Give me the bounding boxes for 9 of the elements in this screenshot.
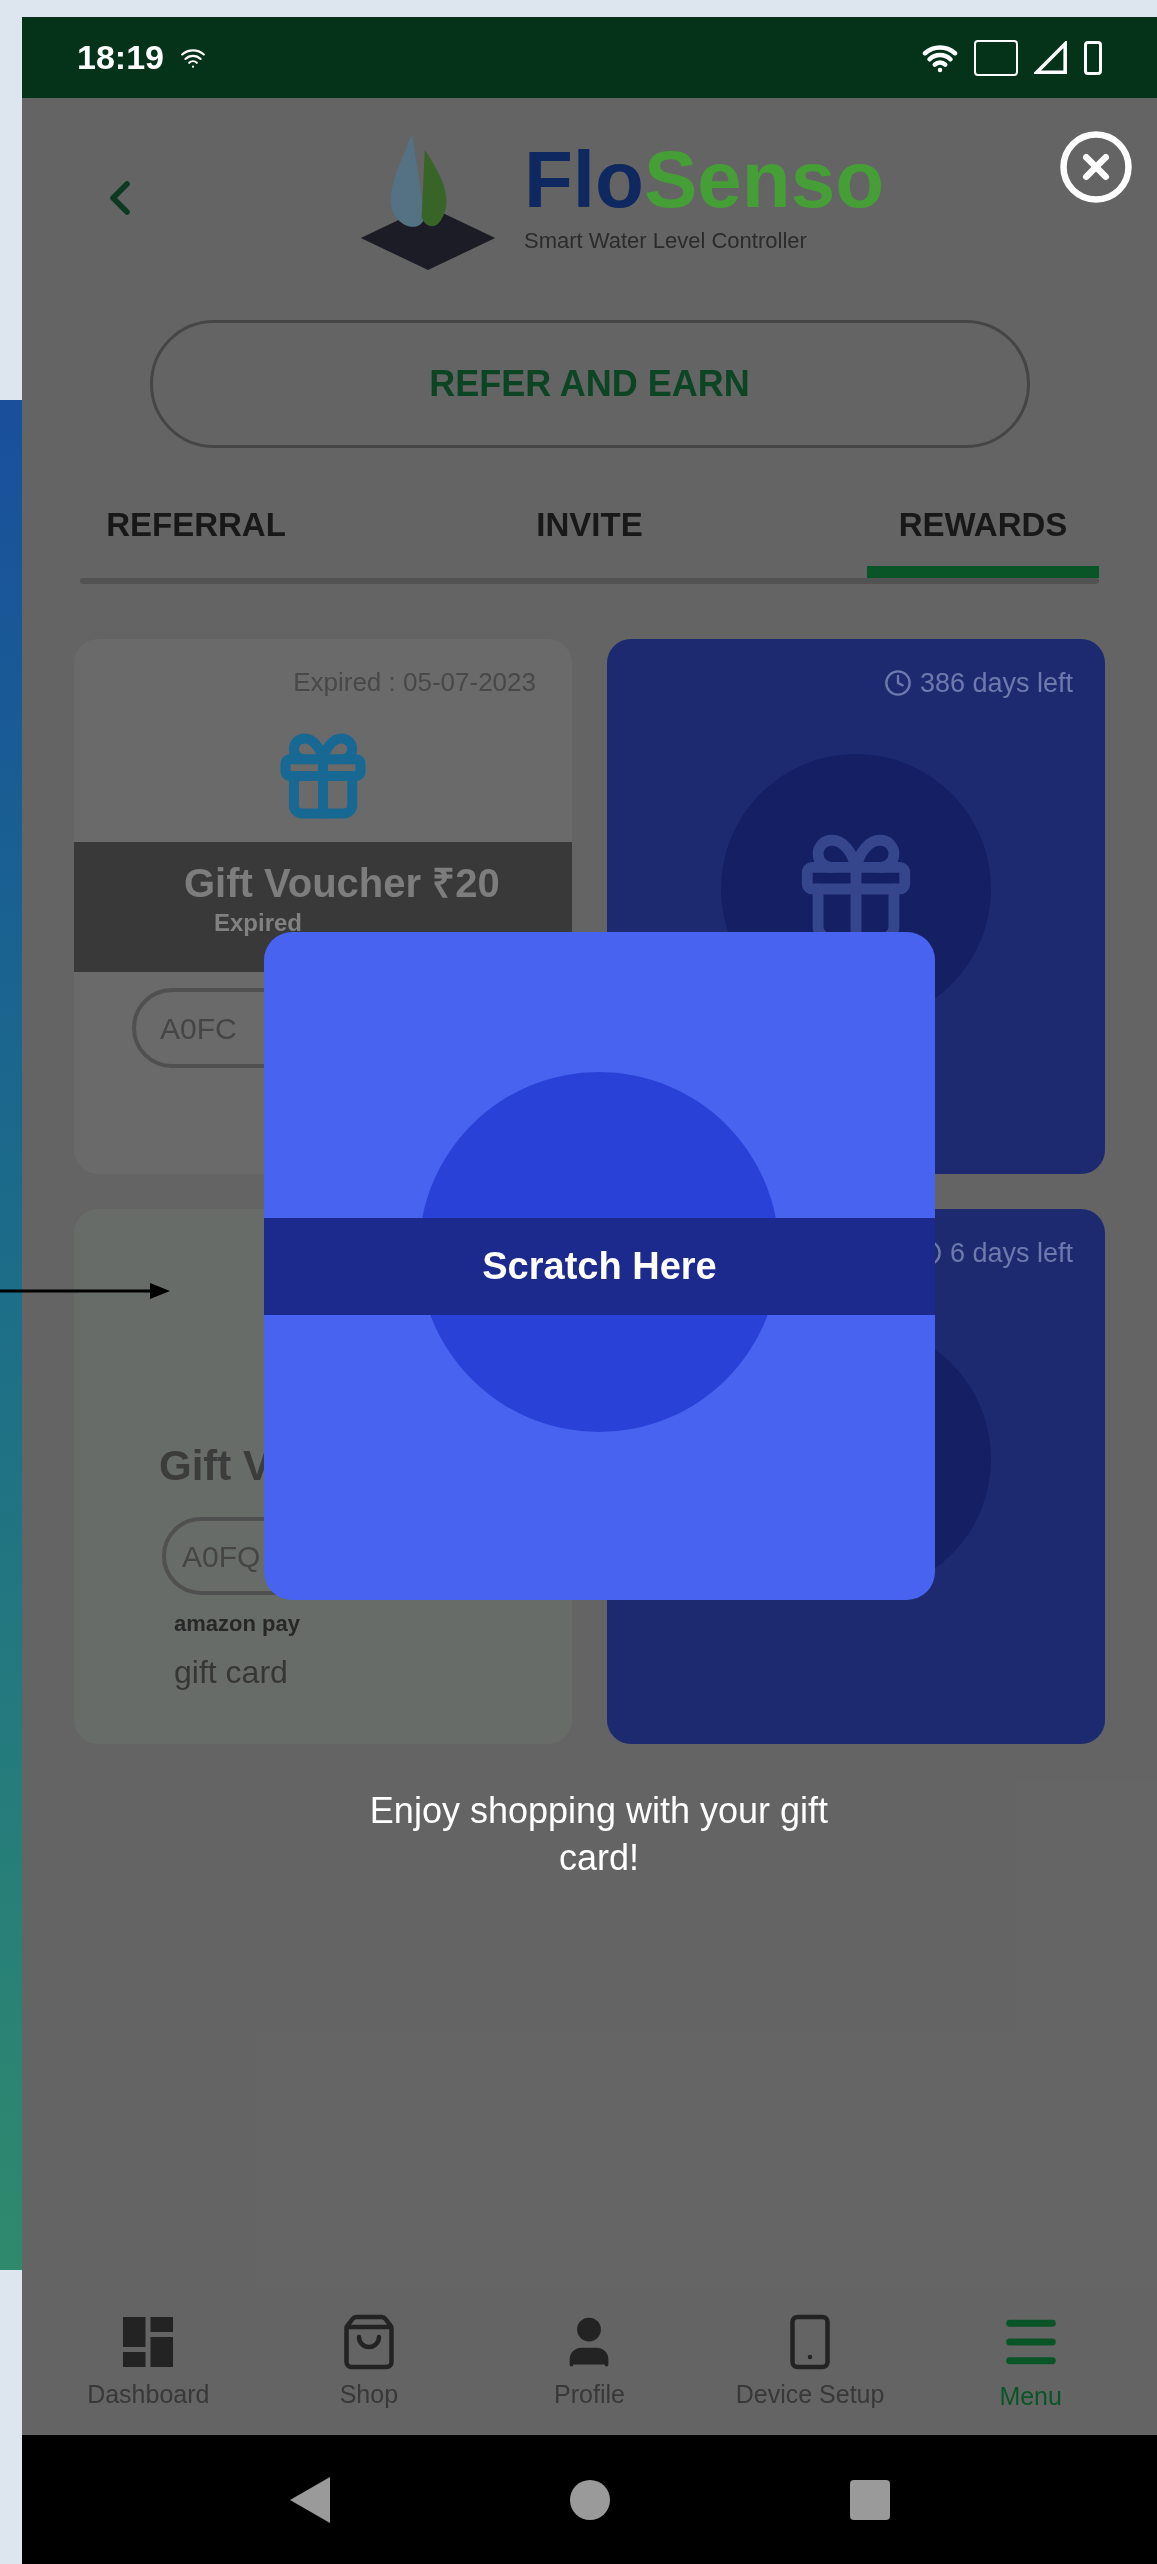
status-time: 18:19: [77, 37, 164, 78]
scratch-label: Scratch Here: [482, 1244, 717, 1289]
voucher-title: Gift Voucher ₹20: [184, 860, 501, 907]
days-left-text: 6 days left: [949, 1237, 1073, 1270]
brand-logo-text: amazon pay: [174, 1610, 300, 1638]
days-left-text: 386 days left: [919, 667, 1073, 700]
brand-tagline: Smart Water Level Controller: [524, 226, 808, 255]
reward-message: Enjoy shopping with your gift card!: [368, 1789, 830, 1880]
brand-name: FloSenso: [524, 139, 885, 220]
